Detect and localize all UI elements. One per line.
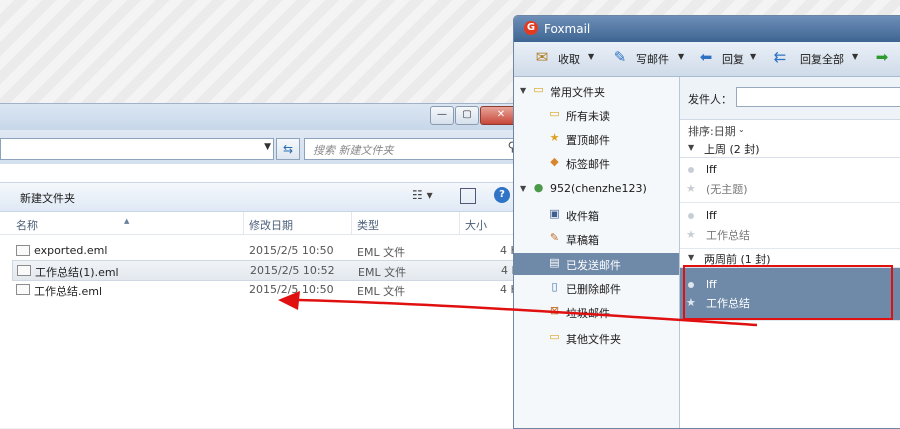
annotation-arrow-line (297, 298, 758, 327)
annotation-arrow (278, 291, 758, 327)
annotation-arrow-head (278, 291, 300, 310)
